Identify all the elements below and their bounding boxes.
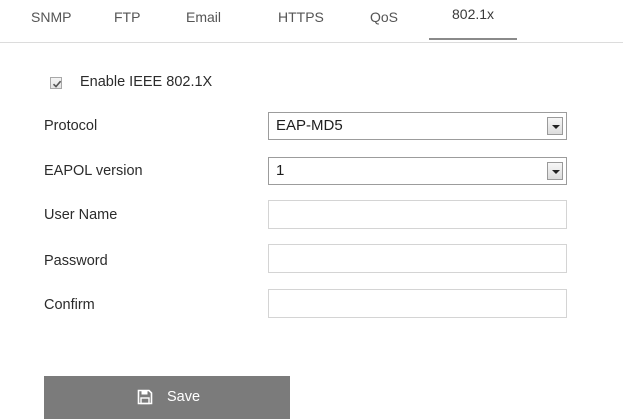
eapol-version-select[interactable]: 1 bbox=[268, 157, 567, 185]
protocol-value: EAP-MD5 bbox=[276, 117, 343, 134]
active-tab-indicator bbox=[429, 38, 518, 40]
tab-email[interactable]: Email bbox=[186, 9, 221, 42]
user-name-label: User Name bbox=[44, 207, 118, 223]
eapol-version-label: EAPOL version bbox=[44, 163, 143, 179]
protocol-label: Protocol bbox=[44, 118, 98, 134]
chevron-down-icon[interactable] bbox=[547, 117, 563, 135]
tab-qos[interactable]: QoS bbox=[370, 9, 398, 42]
tab-label: HTTPS bbox=[278, 9, 324, 25]
eapol-version-value: 1 bbox=[276, 162, 285, 179]
save-label: Save bbox=[167, 389, 201, 405]
password-label: Password bbox=[44, 253, 108, 269]
tab-ftp[interactable]: FTP bbox=[114, 9, 140, 42]
enable-8021x-label: Enable IEEE 802.1X bbox=[80, 74, 213, 90]
protocol-select[interactable]: EAP-MD5 bbox=[268, 112, 567, 140]
confirm-password-field[interactable] bbox=[268, 289, 567, 318]
checkmark-icon bbox=[52, 80, 62, 88]
tab-label: 802.1x bbox=[452, 6, 495, 22]
chevron-down-icon[interactable] bbox=[547, 162, 563, 180]
tab-label: SNMP bbox=[31, 9, 72, 25]
confirm-label: Confirm bbox=[44, 297, 95, 313]
tab-snmp[interactable]: SNMP bbox=[31, 9, 71, 42]
tab-https[interactable]: HTTPS bbox=[278, 9, 324, 42]
tab-label: FTP bbox=[114, 9, 141, 25]
save-button[interactable]: Save bbox=[44, 376, 290, 419]
tab-bar: SNMP FTP Email HTTPS QoS 802.1x bbox=[0, 0, 623, 43]
floppy-disk-icon bbox=[137, 389, 153, 405]
enable-8021x-checkbox[interactable] bbox=[50, 77, 62, 89]
tab-label: QoS bbox=[370, 9, 399, 25]
tab-8021x[interactable]: 802.1x bbox=[429, 6, 518, 40]
user-name-field[interactable] bbox=[268, 200, 567, 229]
password-field[interactable] bbox=[268, 244, 567, 273]
tab-label: Email bbox=[186, 9, 222, 25]
